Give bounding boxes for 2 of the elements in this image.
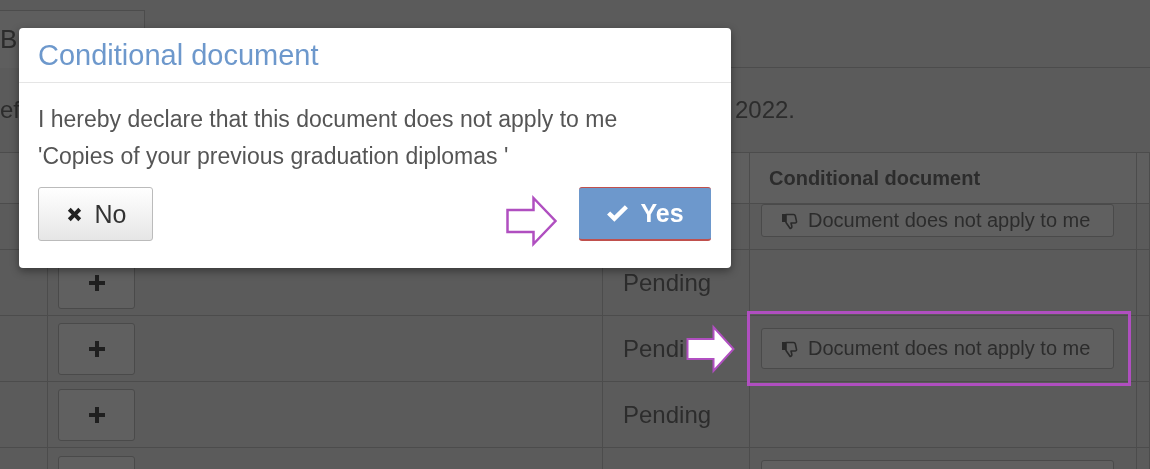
dialog-message: I hereby declare that this document does not apply to me 'Copies of your previous graduation diplomas ' (37, 105, 619, 171)
dialog-title: Conditional document (38, 38, 319, 72)
